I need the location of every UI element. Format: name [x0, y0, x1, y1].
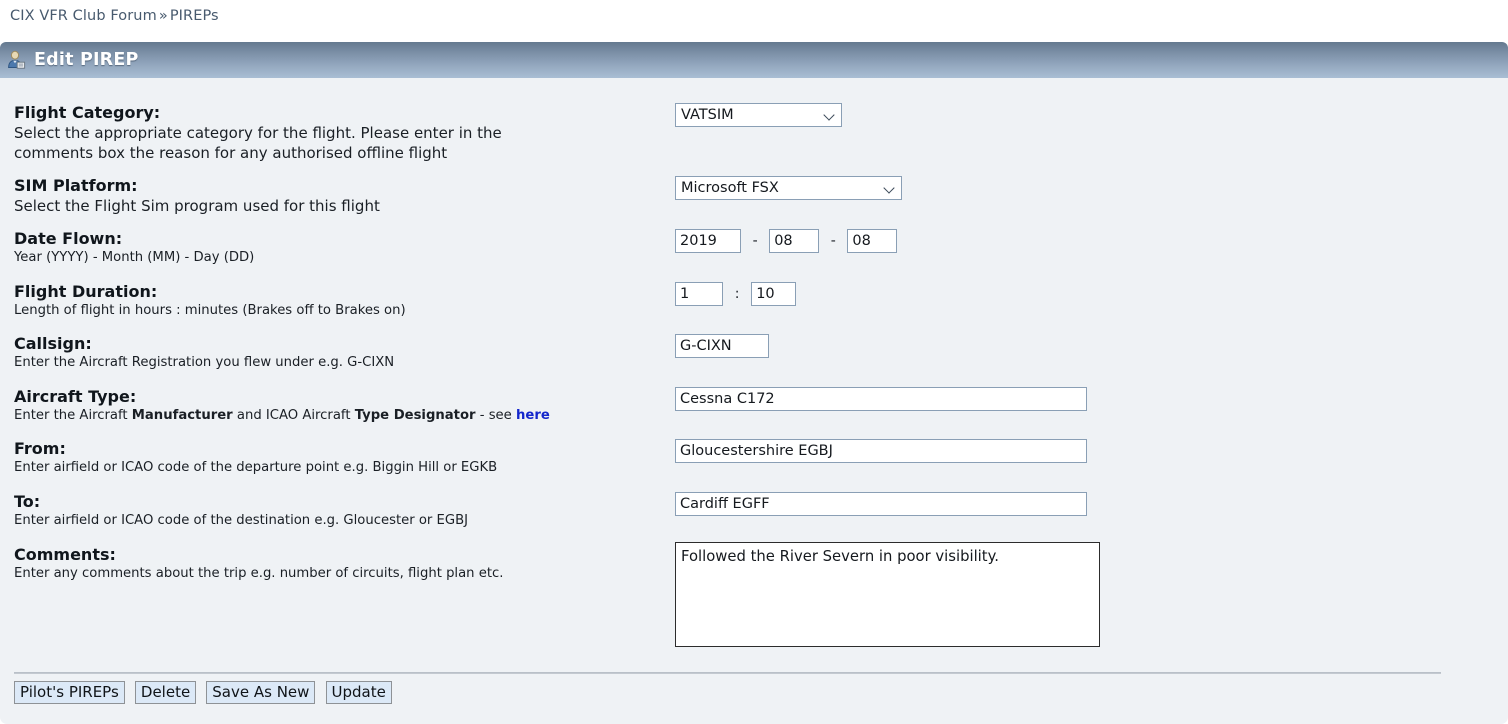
- field-to-labels: To: Enter airfield or ICAO code of the d…: [14, 492, 468, 530]
- comments-textarea[interactable]: Followed the River Severn in poor visibi…: [675, 542, 1100, 647]
- date-flown-description: Year (YYYY) - Month (MM) - Day (DD): [14, 250, 255, 265]
- field-callsign-control: [675, 334, 769, 358]
- field-from-control: [675, 439, 1087, 463]
- from-description: Enter airfield or ICAO code of the depar…: [14, 460, 498, 475]
- date-day-input[interactable]: [847, 229, 898, 253]
- field-comments-labels: Comments: Enter any comments about the t…: [14, 545, 503, 583]
- breadcrumb-separator: »: [158, 8, 168, 24]
- field-flight-duration-control: :: [675, 282, 797, 306]
- page-title: Edit PIREP: [34, 50, 139, 70]
- aircraft-type-input[interactable]: [675, 387, 1087, 411]
- field-flight-duration-labels: Flight Duration: Length of flight in hou…: [14, 282, 406, 320]
- comments-description: Enter any comments about the trip e.g. n…: [14, 566, 504, 581]
- date-year-input[interactable]: [675, 229, 741, 253]
- date-flown-label: Date Flown:: [14, 229, 123, 248]
- field-to-control: [675, 492, 1087, 516]
- flight-category-select[interactable]: VATSIM: [675, 103, 842, 127]
- save-as-new-button[interactable]: Save As New: [206, 681, 316, 704]
- page-root: CIX VFR Club Forum» PIREPs Edit PIREP Fli…: [0, 0, 1508, 724]
- to-label: To:: [14, 492, 41, 511]
- flight-category-select-wrapper: VATSIM: [675, 103, 842, 127]
- field-comments-control: Followed the River Severn in poor visibi…: [675, 542, 1100, 651]
- breadcrumb-current[interactable]: PIREPs: [170, 8, 219, 24]
- field-flight-category-labels: Flight Category: Select the appropriate …: [14, 103, 554, 163]
- aircraft-type-here-link[interactable]: here: [516, 408, 550, 423]
- content-panel: Flight Category: Select the appropriate …: [0, 78, 1508, 724]
- field-date-flown-labels: Date Flown: Year (YYYY) - Month (MM) - D…: [14, 229, 254, 267]
- sim-platform-description: Select the Flight Sim program used for t…: [14, 197, 380, 215]
- from-input[interactable]: [675, 439, 1087, 463]
- aircraft-type-description: Enter the Aircraft Manufacturer and ICAO…: [14, 407, 550, 425]
- aircraft-type-desc-part1: Enter the Aircraft: [14, 408, 132, 423]
- flight-duration-description: Length of flight in hours : minutes (Bra…: [14, 303, 406, 318]
- flight-duration-label: Flight Duration:: [14, 282, 158, 301]
- date-separator-2: -: [830, 233, 836, 249]
- field-date-flown-control: - -: [675, 229, 898, 253]
- callsign-label: Callsign:: [14, 334, 92, 353]
- date-month-input[interactable]: [769, 229, 820, 253]
- flight-category-label: Flight Category:: [14, 103, 161, 122]
- aircraft-type-desc-part2: and ICAO Aircraft: [232, 408, 355, 423]
- action-button-row: Pilot's PIREPs Delete Save As New Update: [14, 681, 397, 704]
- update-button[interactable]: Update: [325, 681, 392, 704]
- field-aircraft-type-control: [675, 387, 1087, 411]
- breadcrumb-root[interactable]: CIX VFR Club Forum: [10, 8, 157, 24]
- field-sim-platform-labels: SIM Platform: Select the Flight Sim prog…: [14, 176, 380, 216]
- aircraft-type-desc-bold1: Manufacturer: [131, 408, 233, 423]
- sim-platform-label: SIM Platform:: [14, 176, 138, 195]
- field-from-labels: From: Enter airfield or ICAO code of the…: [14, 439, 497, 477]
- field-sim-platform-control: Microsoft FSX: [675, 176, 902, 200]
- duration-separator: :: [734, 286, 740, 302]
- field-flight-category-control: VATSIM: [675, 103, 842, 127]
- pilots-pireps-button[interactable]: Pilot's PIREPs: [14, 681, 125, 704]
- footer-divider: [14, 672, 1441, 674]
- from-label: From:: [14, 439, 66, 458]
- aircraft-type-desc-part3: - see: [475, 408, 516, 423]
- duration-minutes-input[interactable]: [751, 282, 797, 306]
- aircraft-type-desc-bold2: Type Designator: [354, 408, 476, 423]
- delete-button[interactable]: Delete: [134, 681, 197, 704]
- field-aircraft-type-labels: Aircraft Type: Enter the Aircraft Manufa…: [14, 387, 550, 425]
- flight-category-description: Select the appropriate category for the …: [14, 124, 502, 162]
- user-avatar-icon: [6, 50, 26, 70]
- to-input[interactable]: [675, 492, 1087, 516]
- aircraft-type-label: Aircraft Type:: [14, 387, 137, 406]
- date-separator-1: -: [752, 233, 758, 249]
- breadcrumb: CIX VFR Club Forum» PIREPs: [10, 8, 219, 24]
- callsign-description: Enter the Aircraft Registration you flew…: [14, 355, 395, 370]
- comments-label: Comments:: [14, 545, 116, 564]
- page-header-bar: Edit PIREP: [0, 42, 1508, 78]
- duration-hours-input[interactable]: [675, 282, 723, 306]
- callsign-input[interactable]: [675, 334, 769, 358]
- to-description: Enter airfield or ICAO code of the desti…: [14, 513, 469, 528]
- field-callsign-labels: Callsign: Enter the Aircraft Registratio…: [14, 334, 394, 372]
- sim-platform-select[interactable]: Microsoft FSX: [675, 176, 902, 200]
- sim-platform-select-wrapper: Microsoft FSX: [675, 176, 902, 200]
